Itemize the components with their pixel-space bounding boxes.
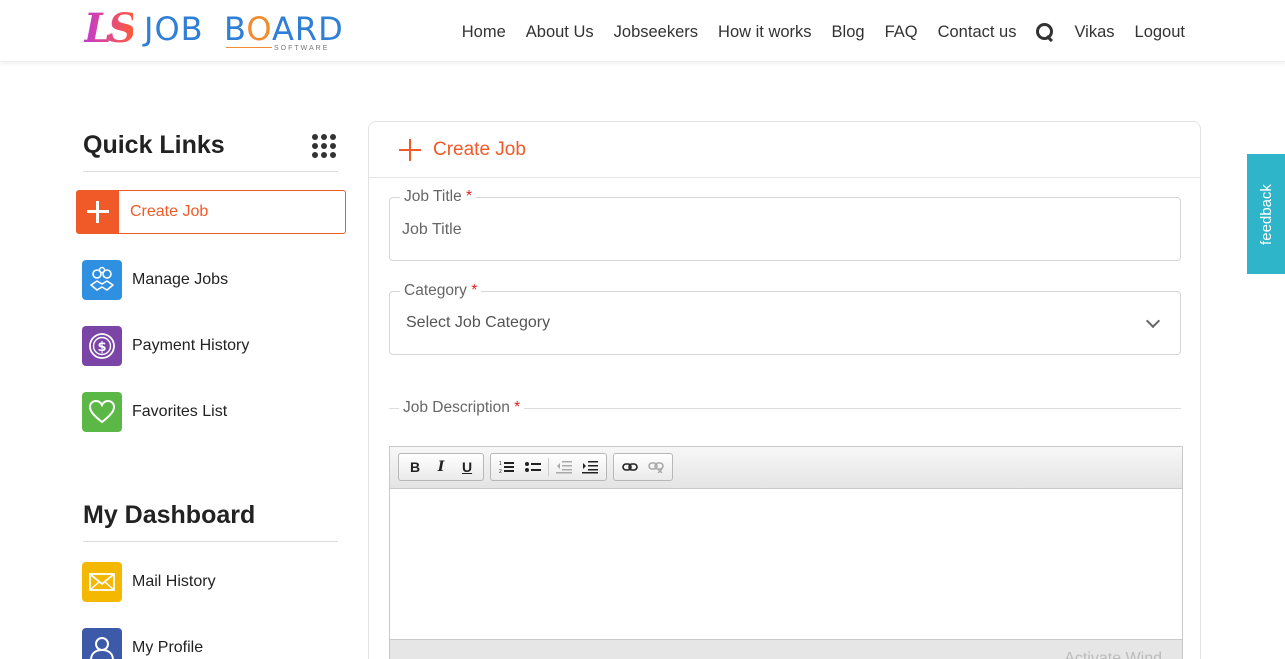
card-title: Create Job <box>433 138 526 160</box>
svg-text:$: $ <box>97 340 106 355</box>
search-icon[interactable] <box>1036 23 1054 41</box>
user-icon <box>82 628 122 659</box>
feedback-label: feedback <box>1257 183 1275 245</box>
category-label: Category * <box>400 281 482 301</box>
plus-icon <box>77 191 119 233</box>
logo-word-job: JOB <box>144 10 204 48</box>
sidebar-item-favorites-list[interactable]: Favorites List <box>82 392 346 432</box>
nav-jobseekers[interactable]: Jobseekers <box>614 20 698 44</box>
activate-windows-watermark: Activate Wind <box>1064 650 1162 659</box>
nav-faq[interactable]: FAQ <box>885 20 918 44</box>
dashboard-title: My Dashboard <box>83 501 256 529</box>
logo-mark: LS <box>84 5 137 52</box>
svg-text:2: 2 <box>499 469 502 474</box>
numbered-list-icon[interactable]: 12 <box>494 455 520 479</box>
list-group: 12 <box>490 453 607 481</box>
nav-home[interactable]: Home <box>462 20 506 44</box>
svg-text:1: 1 <box>499 461 502 467</box>
feedback-tab[interactable]: feedback <box>1247 154 1285 274</box>
nav-user[interactable]: Vikas <box>1074 20 1114 44</box>
editor-status-bar: Activate Wind <box>390 639 1182 659</box>
nav-logout[interactable]: Logout <box>1135 20 1185 44</box>
sidebar-item-label: Manage Jobs <box>132 271 229 288</box>
rich-text-editor: B I U 12 Activate Wind <box>389 446 1183 659</box>
nav-blog[interactable]: Blog <box>832 20 865 44</box>
handshake-gears-icon <box>82 260 122 300</box>
job-description-label: Job Description * <box>389 398 1181 418</box>
job-title-input[interactable] <box>402 218 1162 242</box>
nav-how-it-works[interactable]: How it works <box>718 20 812 44</box>
sidebar-item-label: My Profile <box>132 639 204 656</box>
underline-button[interactable]: U <box>454 455 480 479</box>
logo-word-board: BOARD <box>224 10 344 48</box>
card-header: Create Job <box>369 122 1200 178</box>
sidebar-item-payment-history[interactable]: $ Payment History <box>82 326 346 366</box>
heart-icon <box>82 392 122 432</box>
sidebar-item-my-profile[interactable]: My Profile <box>82 628 346 659</box>
site-header: LS JOB BOARD SOFTWARE Home About Us Jobs… <box>0 0 1285 62</box>
sidebar-item-label: Mail History <box>132 573 216 590</box>
sidebar: Quick Links Create Job Manage Jobs $ Pay… <box>76 122 346 659</box>
sidebar-item-create-job[interactable]: Create Job <box>76 190 346 234</box>
create-job-card: Create Job Job Title * Category * Select… <box>368 121 1201 659</box>
outdent-icon[interactable] <box>551 455 577 479</box>
quick-links-title: Quick Links <box>83 131 225 159</box>
indent-icon[interactable] <box>577 455 603 479</box>
format-group: B I U <box>398 453 484 481</box>
sidebar-item-label: Favorites List <box>132 403 228 420</box>
job-title-label: Job Title * <box>400 187 477 207</box>
link-group <box>613 453 673 481</box>
logo-subtitle: SOFTWARE <box>274 45 330 52</box>
sidebar-item-label: Payment History <box>132 337 250 354</box>
nav-about-us[interactable]: About Us <box>526 20 594 44</box>
editor-content-area[interactable] <box>390 489 1182 639</box>
bullet-list-icon[interactable] <box>520 455 546 479</box>
link-icon[interactable] <box>617 455 643 479</box>
sidebar-item-manage-jobs[interactable]: Manage Jobs <box>82 260 346 300</box>
main-nav: Home About Us Jobseekers How it works Bl… <box>462 20 1185 44</box>
italic-button[interactable]: I <box>428 455 454 479</box>
dashboard-header: My Dashboard <box>83 492 338 542</box>
grid-menu-icon[interactable] <box>312 134 336 158</box>
editor-toolbar: B I U 12 <box>390 447 1182 489</box>
chevron-down-icon[interactable] <box>1145 313 1161 329</box>
sidebar-item-label: Create Job <box>130 203 209 220</box>
unlink-icon[interactable] <box>643 455 669 479</box>
sidebar-item-mail-history[interactable]: Mail History <box>82 562 346 602</box>
nav-contact-us[interactable]: Contact us <box>938 20 1017 44</box>
envelope-icon <box>82 562 122 602</box>
job-board-logo[interactable]: LS JOB BOARD SOFTWARE <box>84 6 344 54</box>
category-field[interactable]: Category * Select Job Category <box>389 281 1181 355</box>
plus-icon <box>399 138 421 161</box>
job-title-field: Job Title * <box>389 187 1181 261</box>
bold-button[interactable]: B <box>402 455 428 479</box>
category-select[interactable]: Select Job Category <box>406 312 550 334</box>
dollar-coin-icon: $ <box>82 326 122 366</box>
quick-links-header: Quick Links <box>83 122 338 172</box>
logo-underline <box>226 47 272 48</box>
